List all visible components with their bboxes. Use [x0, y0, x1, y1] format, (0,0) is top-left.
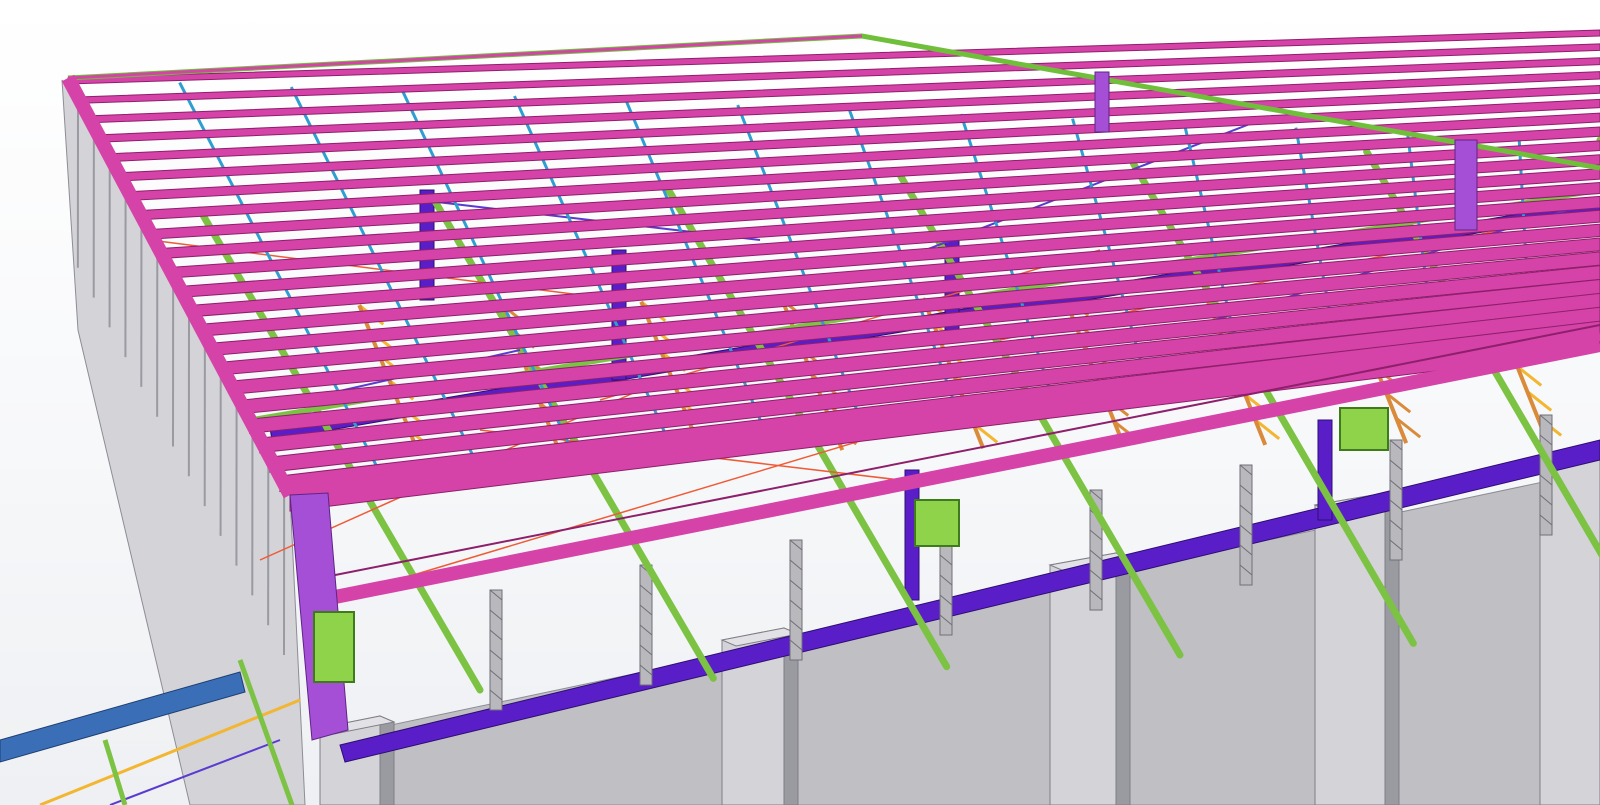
roof-rafter: [107, 84, 1600, 163]
back-column: [1454, 139, 1478, 231]
model-viewport[interactable]: [0, 0, 1600, 805]
back-column: [1094, 71, 1110, 133]
wall-pilaster: [1049, 552, 1117, 805]
connection-plate: [914, 499, 960, 547]
wall-pilaster-side: [379, 715, 395, 805]
steel-post: [419, 189, 435, 301]
wall-pilaster-side: [1115, 552, 1131, 805]
connection-plate: [313, 611, 355, 683]
structural-model-3d[interactable]: [0, 0, 1600, 805]
connection-plate: [1339, 407, 1389, 451]
